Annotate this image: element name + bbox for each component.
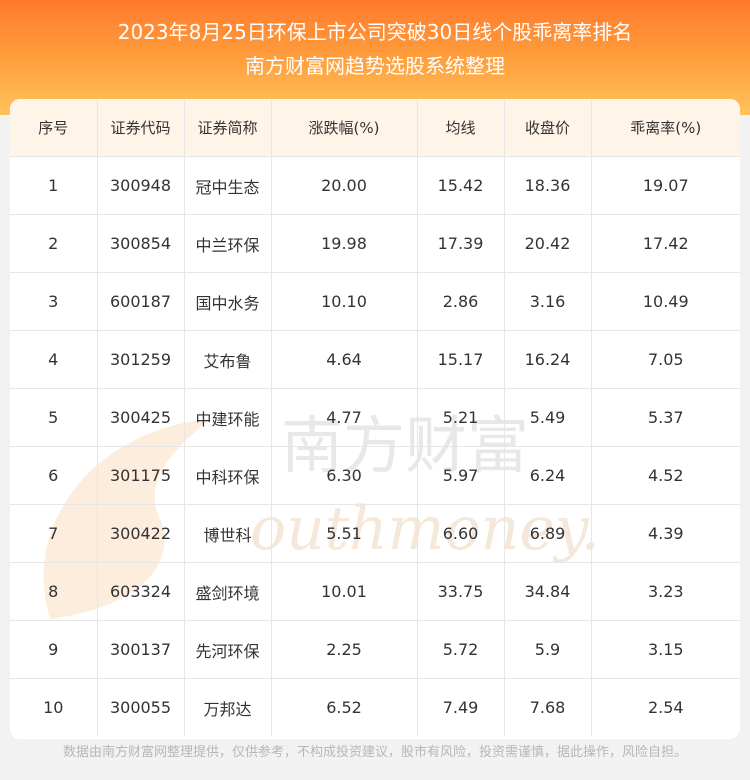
cell-name: 国中水务 xyxy=(184,272,272,331)
cell-bias: 17.42 xyxy=(591,214,740,273)
cell-rank: 2 xyxy=(10,214,98,273)
cell-name: 中兰环保 xyxy=(184,214,272,273)
table-row: 5 300425 中建环能 4.77 5.21 5.49 5.37 xyxy=(10,388,740,447)
cell-code: 300422 xyxy=(97,504,185,563)
cell-close: 5.49 xyxy=(504,388,592,447)
cell-bias: 10.49 xyxy=(591,272,740,331)
table-row: 6 301175 中科环保 6.30 5.97 6.24 4.52 xyxy=(10,446,740,505)
cell-name: 冠中生态 xyxy=(184,156,272,215)
cell-close: 20.42 xyxy=(504,214,592,273)
cell-name: 艾布鲁 xyxy=(184,330,272,389)
cell-rank: 6 xyxy=(10,446,98,505)
cell-bias: 2.54 xyxy=(647,698,684,717)
cell-ma: 15.42 xyxy=(417,156,505,215)
cell-bias: 19.07 xyxy=(591,156,740,215)
cell-change: 10.01 xyxy=(271,562,418,621)
cell-change: 5.51 xyxy=(271,504,418,563)
table-row: 8 603324 盛剑环境 10.01 33.75 34.84 3.23 xyxy=(10,562,740,621)
cell-change: 2.25 xyxy=(271,620,418,679)
cell-ma: 5.97 xyxy=(417,446,505,505)
table-row: 1 300948 冠中生态 20.00 15.42 18.36 19.07 xyxy=(10,156,740,215)
column-header-ma: 均线 xyxy=(417,99,505,157)
cell-bias: 3.23 xyxy=(591,562,740,621)
cell-change: 20.00 xyxy=(271,156,418,215)
cell-close: 7.68 xyxy=(504,678,592,736)
cell-bias: 3.15 xyxy=(591,620,740,679)
table-row: 3 600187 国中水务 10.10 2.86 3.16 10.49 xyxy=(10,272,740,331)
column-header-change: 涨跌幅(%) xyxy=(271,99,418,157)
cell-name: 先河环保 xyxy=(184,620,272,679)
table-row: 4 301259 艾布鲁 4.64 15.17 16.24 7.05 xyxy=(10,330,740,389)
cell-rank: 9 xyxy=(10,620,98,679)
cell-ma: 7.49 xyxy=(417,678,505,736)
cell-name: 中建环能 xyxy=(184,388,272,447)
cell-close: 6.24 xyxy=(504,446,592,505)
page-subtitle: 南方财富网趋势选股系统整理 xyxy=(245,54,505,78)
header-banner: 2023年8月25日环保上市公司突破30日线个股乖离率排名 南方财富网趋势选股系… xyxy=(0,0,750,115)
table-row: 2 300854 中兰环保 19.98 17.39 20.42 17.42 xyxy=(10,214,740,273)
cell-ma: 5.21 xyxy=(417,388,505,447)
cell-rank: 7 xyxy=(10,504,98,563)
cell-name: 博世科 xyxy=(184,504,272,563)
cell-code: 300425 xyxy=(97,388,185,447)
column-header-close: 收盘价 xyxy=(504,99,592,157)
cell-code: 301175 xyxy=(97,446,185,505)
cell-code: 300948 xyxy=(97,156,185,215)
cell-close: 18.36 xyxy=(504,156,592,215)
disclaimer-text: 数据由南方财富网整理提供，仅供参考，不构成投资建议，股市有风险，投资需谨慎，据此… xyxy=(62,745,687,760)
cell-name: 盛剑环境 xyxy=(184,562,272,621)
column-header-rank: 序号 xyxy=(10,99,98,157)
table-row: 7 300422 博世科 5.51 6.60 6.89 4.39 xyxy=(10,504,740,563)
cell-close: 6.89 xyxy=(504,504,592,563)
column-header-code: 证券代码 xyxy=(97,99,185,157)
cell-change: 19.98 xyxy=(271,214,418,273)
cell-bias: 4.39 xyxy=(591,504,740,563)
column-header-name: 证券简称 xyxy=(184,99,272,157)
column-header-bias: 乖离率(%) xyxy=(591,99,740,157)
ranking-table: 序号 证券代码 证券简称 涨跌幅(%) 均线 收盘价 乖离率(%) 1 3009… xyxy=(10,99,740,736)
cell-name: 中科环保 xyxy=(184,446,272,505)
ranking-card: 南方财富 outhmoney. 序号 证券代码 证券简称 涨跌幅(%) 均线 收… xyxy=(10,99,740,739)
cell-close: 16.24 xyxy=(504,330,592,389)
cell-ma: 33.75 xyxy=(417,562,505,621)
cell-rank: 8 xyxy=(10,562,98,621)
cell-rank: 10 xyxy=(10,678,98,736)
cell-change: 6.52 xyxy=(271,678,418,736)
cell-ma: 6.60 xyxy=(417,504,505,563)
cell-change: 10.10 xyxy=(271,272,418,331)
cell-code: 600187 xyxy=(97,272,185,331)
cell-close: 34.84 xyxy=(504,562,592,621)
cell-name: 万邦达 xyxy=(184,678,272,736)
cell-bias: 5.37 xyxy=(591,388,740,447)
table-header-row: 序号 证券代码 证券简称 涨跌幅(%) 均线 收盘价 乖离率(%) xyxy=(10,99,740,157)
cell-bias: 7.05 xyxy=(591,330,740,389)
cell-rank: 3 xyxy=(10,272,98,331)
cell-change: 6.30 xyxy=(271,446,418,505)
cell-change: 4.77 xyxy=(271,388,418,447)
cell-ma: 15.17 xyxy=(417,330,505,389)
cell-code: 300854 xyxy=(97,214,185,273)
cell-ma: 17.39 xyxy=(417,214,505,273)
cell-rank: 1 xyxy=(10,156,98,215)
cell-code: 300137 xyxy=(97,620,185,679)
cell-code: 301259 xyxy=(97,330,185,389)
table-row: 10 300055 万邦达 6.52 7.49 7.68 2.54 xyxy=(10,678,740,736)
cell-code: 603324 xyxy=(97,562,185,621)
cell-bias: 4.52 xyxy=(591,446,740,505)
cell-close: 3.16 xyxy=(504,272,592,331)
cell-change: 4.64 xyxy=(271,330,418,389)
cell-close: 5.9 xyxy=(504,620,592,679)
cell-ma: 2.86 xyxy=(417,272,505,331)
cell-ma: 5.72 xyxy=(417,620,505,679)
cell-rank: 5 xyxy=(10,388,98,447)
cell-rank: 4 xyxy=(10,330,98,389)
page-title: 2023年8月25日环保上市公司突破30日线个股乖离率排名 xyxy=(117,20,633,44)
table-row: 9 300137 先河环保 2.25 5.72 5.9 3.15 xyxy=(10,620,740,679)
cell-code: 300055 xyxy=(97,678,185,736)
